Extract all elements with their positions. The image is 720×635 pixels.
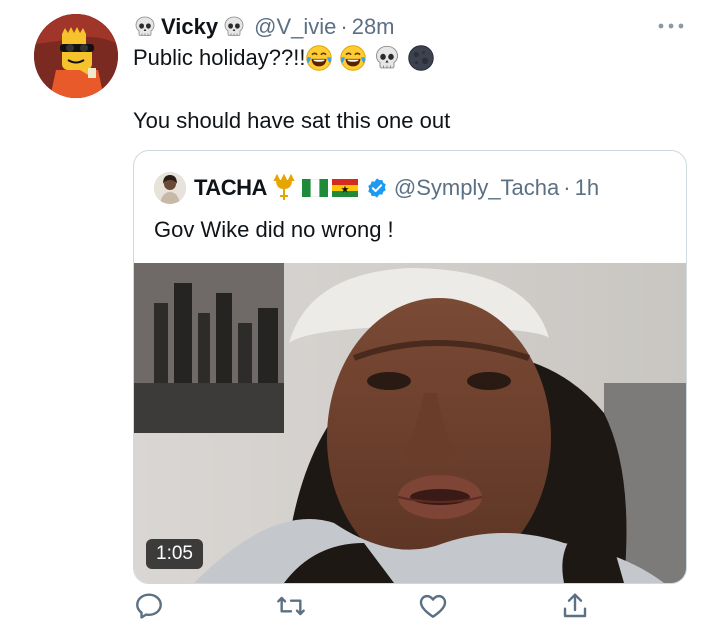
quoted-avatar-image: [154, 172, 186, 204]
quoted-tweet-text: Gov Wike did no wrong !: [154, 217, 394, 242]
bart-avatar-image: [34, 14, 118, 98]
quoted-author-handle: @Symply_Tacha: [393, 175, 560, 200]
verified-badge-icon: [368, 178, 386, 198]
tweet-text-line2: You should have sat this one out: [133, 108, 451, 133]
retweet-icon[interactable]: [275, 590, 307, 622]
new-moon-emoji-icon: [408, 45, 435, 71]
trident-emoji-icon: [269, 174, 298, 201]
skull-emoji-icon: [135, 16, 155, 36]
author-avatar[interactable]: [34, 14, 118, 98]
video-thumbnail: [134, 263, 686, 583]
joy-emoji-icon: [340, 44, 367, 72]
joy-emoji-icon: [306, 44, 333, 72]
separator-dot: ·: [340, 14, 348, 39]
skull-emoji-icon: [224, 16, 244, 36]
share-icon[interactable]: [559, 590, 591, 622]
tweet-text: Public holiday??!!: [133, 45, 306, 70]
more-options-icon[interactable]: [656, 16, 686, 36]
quoted-timestamp: 1h: [574, 175, 600, 200]
quoted-author-avatar: [154, 172, 186, 204]
quoted-author-name: TACHA: [194, 175, 267, 200]
video-duration-badge: 1:05: [146, 539, 203, 569]
reply-icon[interactable]: [133, 590, 165, 622]
tweet-timestamp[interactable]: 28m: [352, 14, 395, 40]
nigeria-flag-emoji-icon: [301, 179, 328, 197]
like-icon[interactable]: [417, 590, 449, 622]
video-player[interactable]: 1:05: [134, 263, 686, 583]
separator-dot: ·: [563, 175, 571, 200]
tweet-actions: [133, 590, 613, 626]
author-handle[interactable]: @V_ivie: [254, 14, 336, 40]
author-name[interactable]: Vicky: [161, 14, 218, 40]
skull-emoji-icon: [376, 45, 399, 69]
quoted-tweet-card[interactable]: TACHA @Symply_Tacha · 1h Gov Wike did no…: [133, 150, 687, 584]
tweet-text-line1: Public holiday??!!: [133, 44, 435, 72]
tweet-header: Vicky @V_ivie · 28m: [133, 10, 690, 44]
quoted-tweet-header: TACHA @Symply_Tacha · 1h: [154, 171, 599, 205]
ghana-flag-emoji-icon: [331, 179, 358, 197]
